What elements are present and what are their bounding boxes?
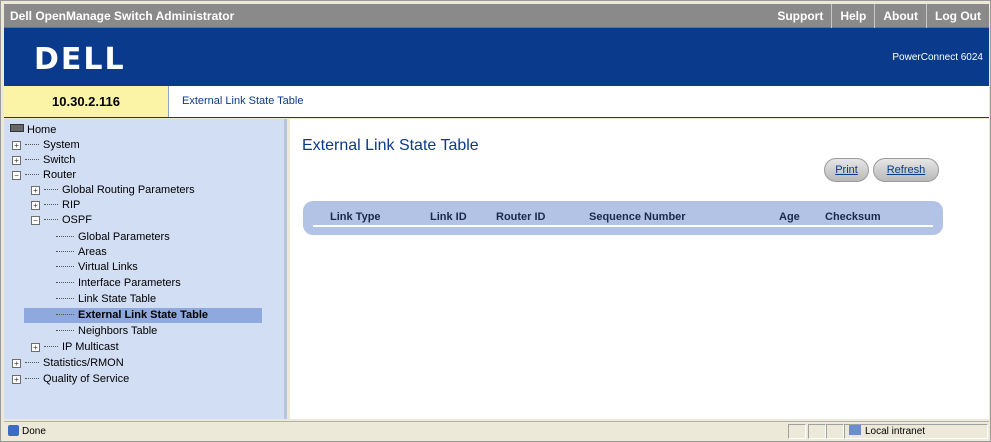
- tree-item-ip-multicast[interactable]: + IP Multicast: [31, 340, 119, 355]
- print-button[interactable]: Print: [824, 158, 869, 182]
- tree-item-areas[interactable]: Areas: [56, 245, 107, 260]
- status-cell: [808, 424, 826, 439]
- tree-item-virtual-links[interactable]: Virtual Links: [56, 260, 138, 275]
- breadcrumb: External Link State Table: [182, 95, 304, 107]
- expand-icon[interactable]: +: [31, 201, 40, 210]
- page-title: External Link State Table: [302, 137, 479, 154]
- info-bar: 10.30.2.116 External Link State Table: [4, 86, 989, 118]
- app-title: Dell OpenManage Switch Administrator: [10, 9, 235, 23]
- collapse-icon[interactable]: −: [12, 171, 21, 180]
- tree-item-router[interactable]: − Router: [12, 168, 76, 183]
- tree-item-link-state-table[interactable]: Link State Table: [56, 292, 156, 307]
- support-link[interactable]: Support: [769, 4, 831, 28]
- tree-item-statistics-rmon[interactable]: + Statistics/RMON: [12, 356, 124, 371]
- refresh-button[interactable]: Refresh: [873, 158, 939, 182]
- device-model: PowerConnect 6024: [892, 52, 983, 63]
- tree-item-neighbors-table[interactable]: Neighbors Table: [56, 324, 157, 339]
- status-bar: Done Local intranet: [4, 421, 989, 440]
- column-age: Age: [779, 211, 800, 223]
- tree-item-external-link-state-table[interactable]: External Link State Table: [24, 308, 262, 323]
- expand-icon[interactable]: +: [12, 156, 21, 165]
- tree-item-interface-parameters[interactable]: Interface Parameters: [56, 276, 181, 291]
- intranet-icon: [849, 425, 861, 435]
- security-zone: Local intranet: [844, 424, 988, 439]
- tree-item-ospf[interactable]: − OSPF: [31, 213, 92, 228]
- about-link[interactable]: About: [874, 4, 926, 28]
- expand-icon[interactable]: +: [31, 186, 40, 195]
- column-link-type: Link Type: [330, 211, 381, 223]
- expand-icon[interactable]: +: [12, 359, 21, 368]
- status-text: Done: [8, 425, 46, 437]
- home-icon: [10, 124, 24, 132]
- app-title-bar: Dell OpenManage Switch Administrator Sup…: [4, 4, 989, 28]
- brand-banner: DELL PowerConnect 6024: [4, 28, 989, 86]
- logout-link[interactable]: Log Out: [926, 4, 989, 28]
- main-content: External Link State Table Print Refresh …: [290, 119, 989, 419]
- status-cell: [826, 424, 844, 439]
- browser-window: Dell OpenManage Switch Administrator Sup…: [0, 0, 991, 442]
- help-link[interactable]: Help: [831, 4, 874, 28]
- expand-icon[interactable]: +: [12, 375, 21, 384]
- status-cell: [788, 424, 806, 439]
- top-nav: Support Help About Log Out: [769, 4, 989, 28]
- navigation-tree: Home + System + Switch − Router + Global Rou…: [4, 119, 287, 419]
- column-sequence-number: Sequence Number: [589, 211, 686, 223]
- collapse-icon[interactable]: −: [31, 216, 40, 225]
- tree-item-rip[interactable]: + RIP: [31, 198, 80, 213]
- dell-logo: DELL: [34, 42, 126, 77]
- tree-item-switch[interactable]: + Switch: [12, 153, 75, 168]
- device-ip: 10.30.2.116: [4, 86, 169, 117]
- expand-icon[interactable]: +: [12, 141, 21, 150]
- tree-item-home[interactable]: Home: [10, 123, 56, 138]
- tree-item-global-parameters[interactable]: Global Parameters: [56, 230, 170, 245]
- column-checksum: Checksum: [825, 211, 881, 223]
- tree-item-quality-of-service[interactable]: + Quality of Service: [12, 372, 129, 387]
- table-header: Link Type Link ID Router ID Sequence Num…: [303, 201, 943, 235]
- tree-item-system[interactable]: + System: [12, 138, 80, 153]
- column-link-id: Link ID: [430, 211, 467, 223]
- column-router-id: Router ID: [496, 211, 546, 223]
- ie-page-icon: [8, 425, 19, 436]
- expand-icon[interactable]: +: [31, 343, 40, 352]
- tree-item-global-routing-parameters[interactable]: + Global Routing Parameters: [31, 183, 195, 198]
